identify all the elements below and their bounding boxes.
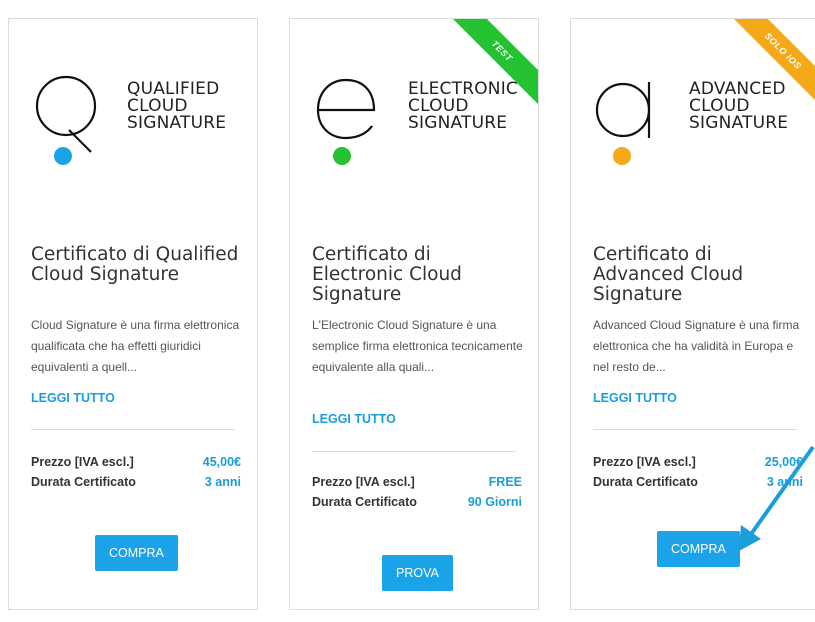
e-letter-icon (312, 74, 382, 154)
brand-name: ELECTRONIC CLOUD SIGNATURE (408, 79, 519, 133)
status-dot (333, 147, 351, 165)
status-dot (613, 147, 631, 165)
card-title: Certificato di Electronic Cloud Signatur… (312, 244, 462, 305)
read-more-link[interactable]: LEGGI TUTTO (593, 391, 677, 405)
try-button[interactable]: PROVA (382, 555, 453, 591)
arrow-pointer-icon (739, 445, 815, 551)
price-row: Prezzo [IVA escl.] FREE (312, 475, 522, 489)
divider (312, 451, 516, 452)
card-title: Certificato di Advanced Cloud Signature (593, 244, 744, 305)
card-description: Advanced Cloud Signature è una firma ele… (593, 318, 800, 374)
buy-button[interactable]: COMPRA (657, 531, 740, 567)
duration-row: Durata Certificato 90 Giorni (312, 495, 522, 509)
duration-value: 3 anni (204, 475, 241, 489)
duration-value: 90 Giorni (467, 495, 522, 509)
card-description: L'Electronic Cloud Signature è una sempl… (312, 318, 523, 374)
duration-row: Durata Certificato 3 anni (31, 475, 241, 489)
brand-name: ADVANCED CLOUD SIGNATURE (689, 79, 789, 133)
a-letter-icon (593, 74, 663, 154)
product-card-electronic: TEST ELECTRONIC CLOUD SIGNATURE Certific… (289, 18, 539, 610)
price-value: FREE (488, 475, 522, 489)
buy-button[interactable]: COMPRA (95, 535, 178, 571)
read-more-link[interactable]: LEGGI TUTTO (31, 391, 115, 405)
price-value: 45,00€ (202, 455, 241, 469)
card-description: Cloud Signature è una firma elettronica … (31, 318, 240, 374)
status-dot (54, 147, 72, 165)
divider (31, 429, 235, 430)
q-letter-icon (31, 74, 101, 154)
read-more-link[interactable]: LEGGI TUTTO (312, 412, 396, 426)
divider (593, 429, 797, 430)
product-card-qualified: QUALIFIED CLOUD SIGNATURE Certificato di… (8, 18, 258, 610)
card-title: Certificato di Qualified Cloud Signature (31, 244, 239, 285)
brand-name: QUALIFIED CLOUD SIGNATURE (127, 79, 227, 133)
price-row: Prezzo [IVA escl.] 45,00€ (31, 455, 241, 469)
